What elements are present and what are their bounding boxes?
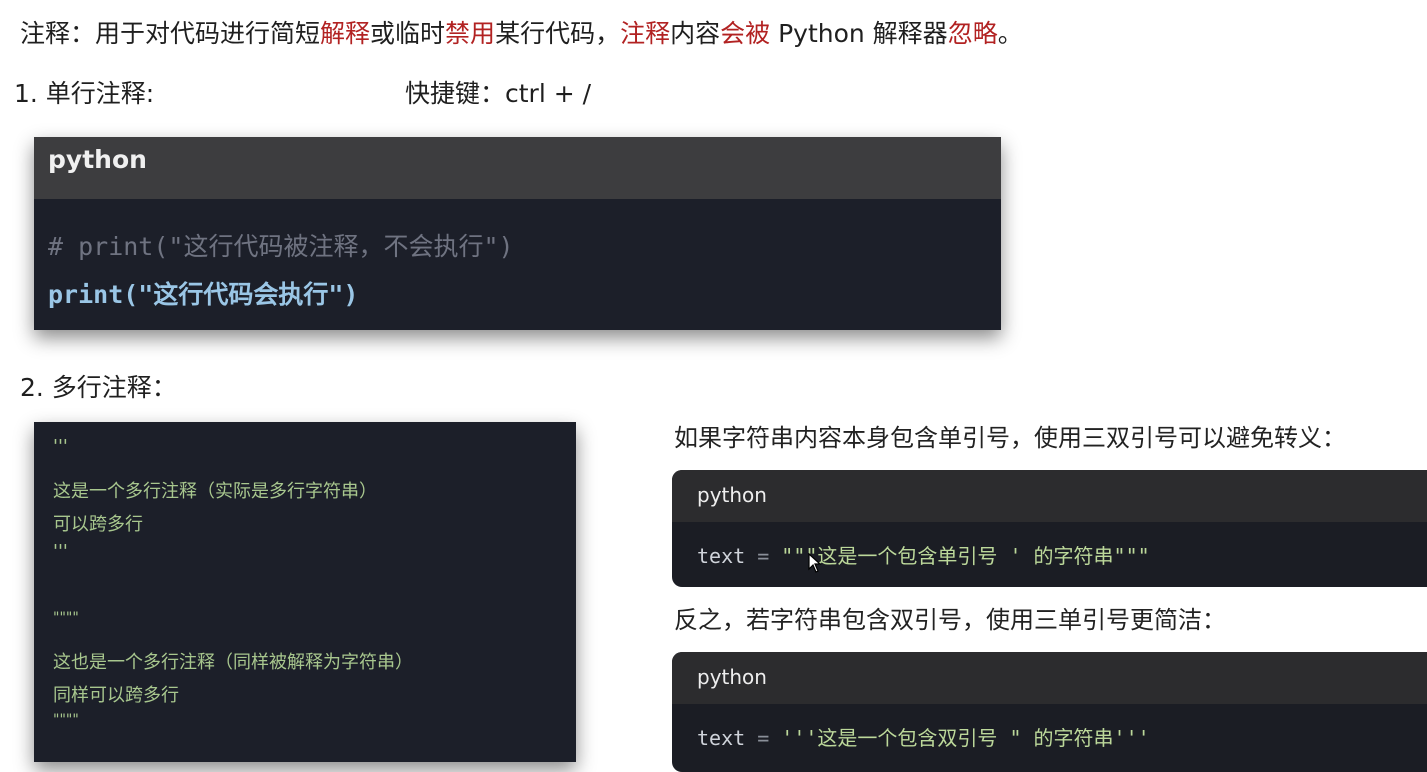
code-string: '''这是一个包含双引号 " 的字符串''' (781, 726, 1150, 750)
triple-double-quote-code-card: python text = """这是一个包含单引号 ' 的字符串""" (672, 470, 1427, 587)
intro-highlight-1: 解释 (320, 19, 371, 48)
code-line: 这也是一个多行注释（同样被解释为字符串） (53, 652, 413, 673)
multi-line-code-card: ''' 这是一个多行注释（实际是多行字符串） 可以跨多行 ''' """" 这也… (34, 422, 576, 762)
single-line-comment-heading: 1. 单行注释: (14, 79, 155, 108)
code-line: """" (53, 610, 79, 626)
intro-highlight-3: 注释 (620, 19, 671, 48)
intro-highlight-2: 禁用 (445, 19, 496, 48)
intro-text-6: 。 (997, 19, 1023, 48)
intro-highlight-4: 会被 (720, 19, 771, 48)
intro-text-3: 某行代码， (495, 19, 621, 48)
code-line: ''' (53, 541, 68, 562)
code-language-label: python (672, 652, 1427, 704)
triple-single-quote-code-card: python text = '''这是一个包含双引号 " 的字符串''' (672, 652, 1427, 772)
multi-line-comment-heading: 2. 多行注释： (20, 373, 177, 402)
code-line: text = """这是一个包含单引号 ' 的字符串""" (697, 540, 1150, 569)
intro-text-5: Python 解释器 (770, 19, 948, 48)
intro-text-2: 或临时 (370, 19, 446, 48)
code-line: 这是一个多行注释（实际是多行字符串） (53, 481, 377, 502)
code-language-label: python (672, 470, 1427, 522)
intro-text-1: 注释：用于对代码进行简短 (20, 19, 321, 48)
code-comment-line: # print("这行代码被注释，不会执行") (48, 232, 514, 261)
shortcut-hint: 快捷键：ctrl + / (405, 79, 592, 108)
mouse-cursor-icon (808, 553, 822, 573)
intro-highlight-5: 忽略 (947, 19, 998, 48)
intro-paragraph: 注释：用于对代码进行简短解释或临时禁用某行代码，注释内容会被 Python 解释… (20, 16, 1023, 52)
triple-single-quote-note: 反之，若字符串包含双引号，使用三单引号更简洁： (674, 606, 1226, 634)
code-line: 可以跨多行 (53, 514, 143, 535)
code-string: """这是一个包含单引号 ' 的字符串""" (781, 544, 1150, 568)
code-line: 同样可以跨多行 (53, 685, 179, 706)
code-print-line: print("这行代码会执行") (48, 280, 359, 309)
code-language-label: python (34, 137, 1001, 199)
code-operator: = (745, 726, 782, 750)
code-variable: text (697, 544, 746, 568)
intro-text-4: 内容 (670, 19, 721, 48)
triple-double-quote-note: 如果字符串内容本身包含单引号，使用三双引号可以避免转义： (674, 424, 1346, 452)
code-line: """" (53, 712, 79, 728)
code-line: text = '''这是一个包含双引号 " 的字符串''' (697, 722, 1150, 751)
code-variable: text (697, 726, 746, 750)
code-operator: = (745, 544, 782, 568)
code-line: ''' (53, 436, 68, 457)
single-line-code-card: python # print("这行代码被注释，不会执行") print("这行… (34, 137, 1001, 330)
